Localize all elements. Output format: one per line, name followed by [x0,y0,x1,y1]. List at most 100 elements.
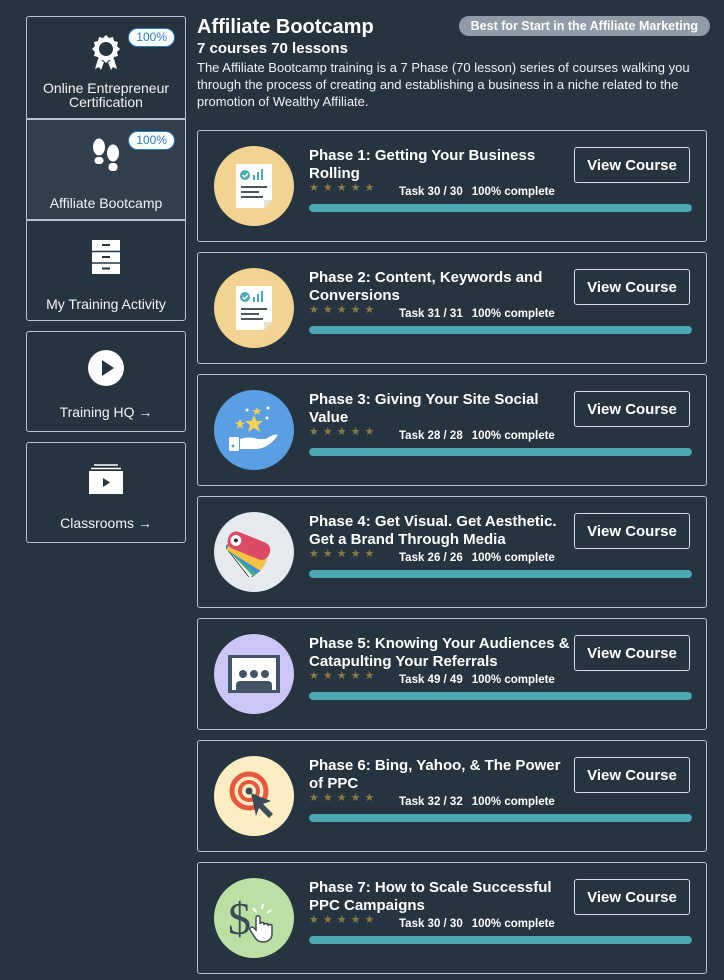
course-count: 7 courses 70 lessons [197,40,348,57]
task-count: Task 30 / 30 [399,186,463,198]
dollar-click-icon: $ [214,878,294,958]
completion-badge: 100% [128,28,175,47]
course-title[interactable]: Phase 1: Getting Your Business Rolling [309,147,574,183]
progress-fill [309,448,692,456]
star-icon: ★ [309,670,323,682]
course-title[interactable]: Phase 5: Knowing Your Audiences & Catapu… [309,635,574,671]
report-document-icon [214,268,294,348]
color-swatch-icon [214,512,294,592]
star-icon: ★ [309,426,323,438]
course-title[interactable]: Phase 3: Giving Your Site Social Value [309,391,574,427]
course-card-phase-3: Phase 3: Giving Your Site Social Value ★… [197,374,707,486]
course-card-phase-6: Phase 6: Bing, Yahoo, & The Power of PPC… [197,740,707,852]
audience-presentation-icon [214,634,294,714]
view-course-button[interactable]: View Course [574,147,690,183]
svg-text:$: $ [228,893,251,944]
progress-fill [309,936,692,944]
percent-complete: 100% complete [471,430,555,442]
star-icon: ★ [309,548,323,560]
star-icon: ★ [364,792,379,804]
sidebar-item-label: My Training Activity [46,296,166,312]
star-rating: ★★★★★ [309,425,378,438]
training-hq-label: Training HQ → [59,404,153,420]
task-count: Task 32 / 32 [399,796,463,808]
percent-complete: 100% complete [471,796,555,808]
course-title[interactable]: Phase 2: Content, Keywords and Conversio… [309,269,574,305]
report-document-icon [214,146,294,226]
star-icon: ★ [309,182,323,194]
training-hq-link[interactable]: Training HQ → [26,331,186,432]
progress-bar [309,204,692,212]
task-progress-text: Task 49 / 49 100% complete [399,674,555,686]
course-card-phase-2: Phase 2: Content, Keywords and Conversio… [197,252,707,364]
view-course-button[interactable]: View Course [574,391,690,427]
star-icon: ★ [322,548,337,560]
completion-badge: 100% [128,131,175,150]
star-rating: ★★★★★ [309,669,378,682]
course-card-phase-4: Phase 4: Get Visual. Get Aesthetic. Get … [197,496,707,608]
video-stack-icon [86,459,126,499]
star-icon: ★ [336,304,351,316]
sidebar-item-affiliate-bootcamp[interactable]: 100% Affiliate Bootcamp [27,118,185,219]
view-course-button[interactable]: View Course [574,635,690,671]
percent-complete: 100% complete [471,552,555,564]
star-icon: ★ [350,426,365,438]
star-icon: ★ [322,182,337,194]
sidebar-nav-group: 100% Online Entrepreneur Certification 1… [26,16,186,321]
view-course-button[interactable]: View Course [574,757,690,793]
percent-complete: 100% complete [471,918,555,930]
course-card-phase-7: $ Phase 7: How to Scale Successful PPC C… [197,862,707,974]
task-count: Task 28 / 28 [399,430,463,442]
task-progress-text: Task 30 / 30 100% complete [399,186,555,198]
task-count: Task 26 / 26 [399,552,463,564]
star-icon: ★ [364,304,379,316]
star-icon: ★ [336,426,351,438]
play-circle-icon [86,348,126,388]
task-count: Task 49 / 49 [399,674,463,686]
view-course-button[interactable]: View Course [574,879,690,915]
classrooms-link[interactable]: Classrooms → [26,442,186,543]
sidebar-item-online-entrepreneur-certification[interactable]: 100% Online Entrepreneur Certification [27,17,185,118]
sidebar-item-label: Online Entrepreneur Certification [42,80,170,110]
star-icon: ★ [322,914,337,926]
star-icon: ★ [336,670,351,682]
progress-fill [309,326,692,334]
sidebar-item-label: Affiliate Bootcamp [49,195,163,211]
view-course-button[interactable]: View Course [574,513,690,549]
progress-bar [309,326,692,334]
file-cabinet-icon [88,239,124,275]
progress-fill [309,814,692,822]
progress-bar [309,448,692,456]
percent-complete: 100% complete [471,674,555,686]
task-progress-text: Task 28 / 28 100% complete [399,430,555,442]
bootcamp-header: Affiliate Bootcamp 7 courses 70 lessons … [197,14,710,110]
star-icon: ★ [336,182,351,194]
recommendation-tag: Best for Start in the Affiliate Marketin… [458,16,710,36]
footprints-icon [88,138,124,174]
sidebar-item-my-training-activity[interactable]: My Training Activity [27,219,185,320]
course-title[interactable]: Phase 6: Bing, Yahoo, & The Power of PPC [309,757,574,793]
view-course-button[interactable]: View Course [574,269,690,305]
star-icon: ★ [336,914,351,926]
target-click-icon [214,756,294,836]
percent-complete: 100% complete [471,186,555,198]
task-progress-text: Task 32 / 32 100% complete [399,796,555,808]
star-icon: ★ [322,304,337,316]
star-icon: ★ [309,914,323,926]
star-icon: ★ [364,548,379,560]
progress-fill [309,204,692,212]
star-rating: ★★★★★ [309,913,378,926]
course-card-phase-1: Phase 1: Getting Your Business Rolling ★… [197,130,707,242]
star-icon: ★ [322,426,337,438]
star-icon: ★ [350,548,365,560]
course-card-phase-5: Phase 5: Knowing Your Audiences & Catapu… [197,618,707,730]
star-icon: ★ [350,792,365,804]
course-title[interactable]: Phase 7: How to Scale Successful PPC Cam… [309,879,574,915]
course-title[interactable]: Phase 4: Get Visual. Get Aesthetic. Get … [309,513,574,549]
progress-bar [309,570,692,578]
star-icon: ★ [309,304,323,316]
star-icon: ★ [350,670,365,682]
star-icon: ★ [364,670,379,682]
bootcamp-description: The Affiliate Bootcamp training is a 7 P… [197,60,690,109]
progress-fill [309,570,692,578]
